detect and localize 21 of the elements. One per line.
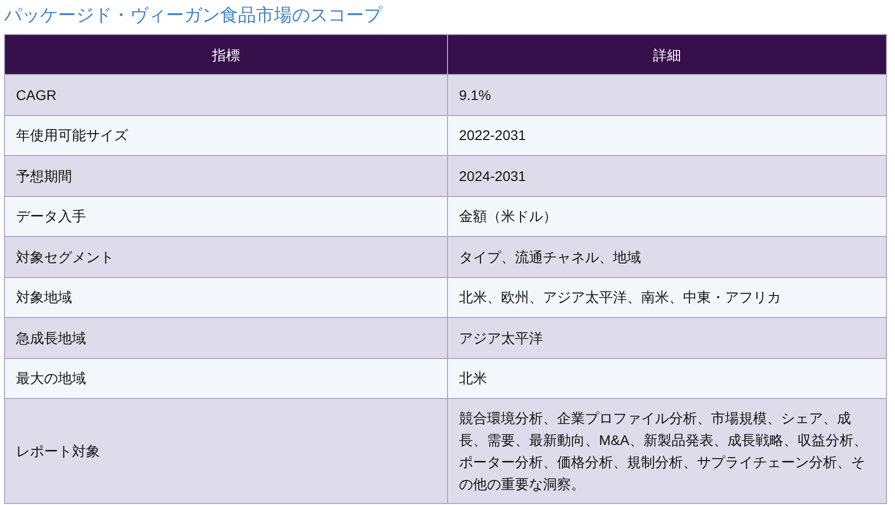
table-cell: 対象セグメント [4, 236, 448, 277]
table-cell: データ入手 [4, 196, 448, 236]
section-heading: パッケージド・ヴィーガン食品市場のスコープ [4, 4, 384, 27]
table-cell: アジア太平洋 [448, 318, 886, 358]
table-cell: 対象地域 [4, 277, 448, 318]
table-cell: 金額（米ドル） [448, 196, 886, 236]
column-header: 詳細 [448, 34, 886, 74]
table-cell: CAGR [4, 74, 448, 115]
table-cell: 年使用可能サイズ [4, 115, 448, 156]
table-cell: 急成長地域 [4, 318, 448, 358]
table-cell: 予想期間 [4, 156, 448, 196]
table-cell: 北米 [448, 358, 886, 398]
column-header: 指標 [4, 34, 448, 74]
table-cell: タイプ、流通チャネル、地域 [448, 236, 886, 277]
table-cell: 最大の地域 [4, 358, 448, 398]
table-cell: レポート対象 [4, 398, 448, 504]
table-cell: 2022-2031 [448, 115, 886, 156]
table-cell: 9.1% [448, 74, 886, 115]
table-cell: 競合環境分析、企業プロファイル分析、市場規模、シェア、成長、需要、最新動向、M&A、新製品発表、成長戦略、収益分析、ポーター分析、価格分析、規制分析、サプライチェーン分析、その他の重要な洞察。 [448, 398, 886, 504]
table-cell: 北米、欧州、アジア太平洋、南米、中東・アフリカ [448, 277, 886, 318]
table-cell: 2024-2031 [448, 156, 886, 196]
